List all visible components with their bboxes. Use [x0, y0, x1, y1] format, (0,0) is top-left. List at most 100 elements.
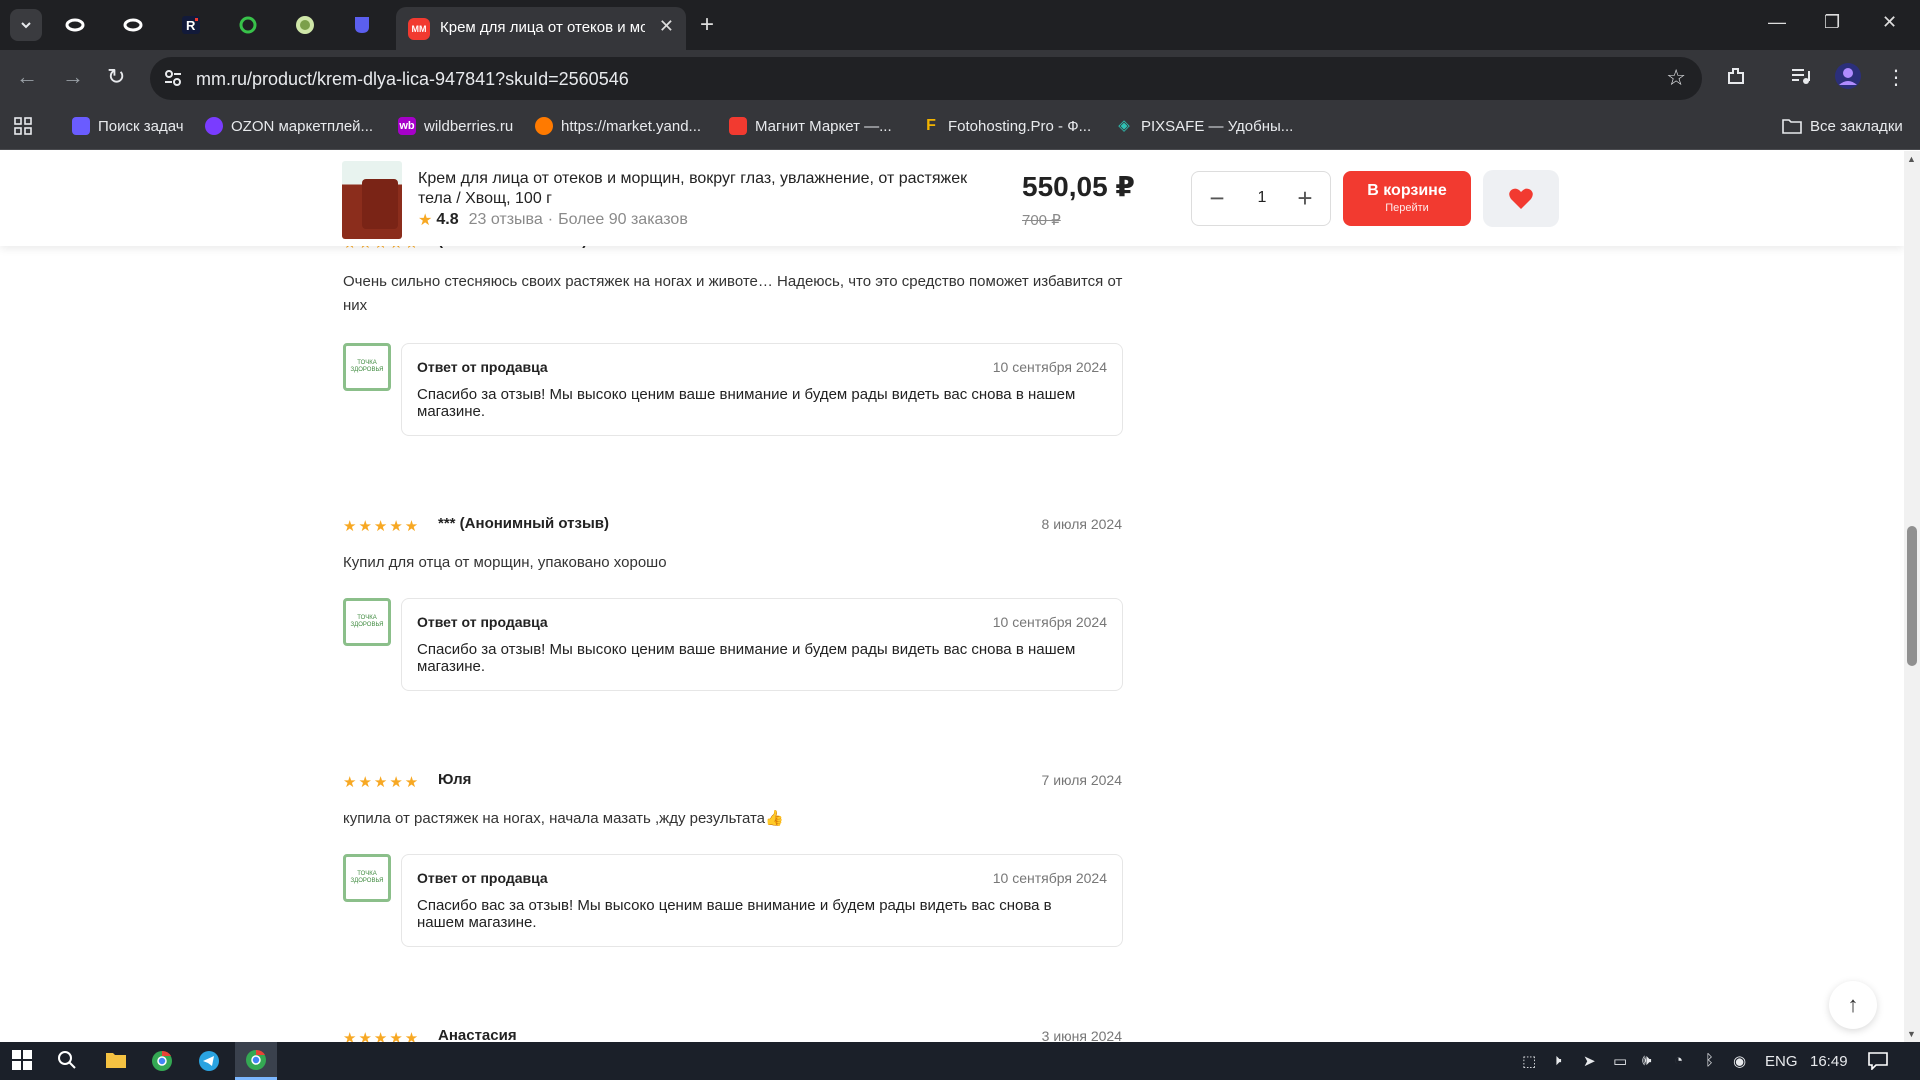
product-title: Крем для лица от отеков и морщин, вокруг… [418, 170, 968, 207]
close-window-icon[interactable]: ✕ [1882, 12, 1897, 33]
seller-logo: ТОЧКА ЗДОРОВЬЯ [343, 343, 391, 391]
seller-reply-box: Ответ от продавца 10 сентября 2024 Спаси… [401, 343, 1123, 436]
review-text: Очень сильно стесняюсь своих растяжек на… [343, 273, 1123, 314]
tab-bar: R ММ Крем для лица от отеков и морщин ✕ … [0, 0, 1920, 50]
telegram-tray-icon[interactable]: ➤ [1583, 1052, 1596, 1070]
quantity-value[interactable]: 1 [1247, 189, 1277, 207]
tab-favicon-2[interactable] [118, 10, 148, 40]
seller-reply-label: Ответ от продавца [417, 359, 548, 375]
forward-icon[interactable]: → [62, 64, 84, 90]
review-author: Анастасия [438, 1027, 517, 1042]
bookmark-item[interactable]: https://market.yand... [535, 117, 701, 135]
seller-reply: ТОЧКА ЗДОРОВЬЯ Ответ от продавца 10 сентя… [343, 598, 1123, 691]
review-text: Купил для отца от морщин, упаковано хоро… [343, 554, 667, 571]
seller-logo: ТОЧКА ЗДОРОВЬЯ [343, 598, 391, 646]
reload-icon[interactable]: ↻ [107, 64, 125, 90]
notifications-icon[interactable] [1868, 1052, 1888, 1074]
order-count: Более 90 заказов [558, 211, 688, 228]
bookmark-favicon-icon: F [926, 117, 936, 134]
seller-reply-label: Ответ от продавца [417, 870, 548, 886]
windows-taskbar: ⬚ 🕨 ➤ ▭ 🕪 ◔ ᛒ ◉ ENG 16:49 [0, 1042, 1920, 1080]
volume-icon[interactable]: 🕨 [1552, 1052, 1561, 1069]
tab-search-button[interactable] [10, 9, 42, 41]
bookmark-item[interactable]: ◈ PIXSAFE — Удобны... [1115, 117, 1293, 135]
quantity-stepper: − 1 + [1191, 171, 1331, 226]
bookmark-item[interactable]: F Fotohosting.Pro - Ф... [922, 117, 1091, 135]
bookmark-item[interactable]: Поиск задач [72, 117, 184, 135]
svg-text:R: R [186, 18, 196, 33]
bookmark-item[interactable]: Магнит Маркет —... [729, 117, 892, 135]
scrollbar-thumb[interactable] [1907, 526, 1917, 666]
bookmarks-bar: Поиск задач OZON маркетплей... wb wildber… [0, 107, 1920, 150]
input-language[interactable]: ENG [1765, 1053, 1798, 1070]
tab-favicon-5[interactable] [290, 10, 320, 40]
new-tab-button[interactable]: + [700, 10, 714, 40]
bookmark-item[interactable]: OZON маркетплей... [205, 117, 373, 135]
site-info-icon[interactable] [162, 67, 186, 91]
media-control-icon[interactable] [1790, 65, 1812, 93]
wifi-icon[interactable]: ◔ [1674, 1052, 1683, 1069]
review-count[interactable]: 23 отзыва [469, 211, 543, 229]
battery-icon[interactable]: ▭ [1613, 1052, 1627, 1070]
all-bookmarks-folder[interactable]: Все закладки [1782, 117, 1903, 135]
active-tab-title: Крем для лица от отеков и морщин [440, 19, 645, 36]
back-icon[interactable]: ← [16, 64, 38, 90]
active-tab[interactable]: ММ Крем для лица от отеков и морщин ✕ [396, 7, 686, 50]
minimize-icon[interactable]: — [1768, 12, 1786, 33]
tab-favicon-1[interactable] [60, 10, 90, 40]
telegram-icon[interactable] [198, 1050, 220, 1077]
seller-reply-box: Ответ от продавца 10 сентября 2024 Спаси… [401, 854, 1123, 947]
seller-reply-text: Спасибо за отзыв! Мы высоко ценим ваше в… [417, 641, 1076, 675]
search-icon[interactable] [57, 1050, 77, 1075]
favorite-button[interactable] [1483, 170, 1559, 227]
seller-reply-text: Спасибо вас за отзыв! Мы высоко ценим ва… [417, 897, 1052, 931]
tab-favicon-4[interactable] [233, 10, 263, 40]
profile-avatar[interactable] [1834, 62, 1862, 96]
product-rating: 4.8 [436, 211, 459, 228]
bookmark-item[interactable]: wb wildberries.ru [398, 117, 513, 135]
windows-start-icon[interactable] [12, 1050, 32, 1075]
seller-reply-date: 10 сентября 2024 [992, 614, 1107, 630]
browser-toolbar: ← → ↻ mm.ru/product/krem-dlya-lica-94784… [0, 50, 1920, 107]
chrome-active-taskbar-item[interactable] [235, 1042, 277, 1080]
review-date: 3 июня 2024 [1041, 1028, 1122, 1042]
bookmark-star-icon[interactable]: ☆ [1666, 65, 1686, 91]
bookmark-favicon-icon: ◈ [1118, 117, 1130, 134]
go-to-cart-button[interactable]: В корзине Перейти [1343, 171, 1471, 226]
close-tab-icon[interactable]: ✕ [659, 16, 674, 37]
apps-grid-icon[interactable] [14, 117, 32, 135]
scroll-down-arrow-icon[interactable]: ▼ [1907, 1029, 1916, 1039]
decrease-quantity-button[interactable]: − [1202, 183, 1232, 214]
speaker-icon[interactable]: 🕪 [1642, 1052, 1651, 1069]
page-scrollbar[interactable]: ▲ ▼ [1904, 151, 1920, 1042]
bookmark-favicon-icon [535, 117, 553, 135]
screenshot-tool-icon[interactable]: ⬚ [1522, 1052, 1536, 1070]
bookmark-favicon-icon [729, 117, 747, 135]
review-author: *** (Анонимный отзыв) [438, 515, 609, 532]
increase-quantity-button[interactable]: + [1290, 183, 1320, 214]
bookmark-favicon-icon [205, 117, 223, 135]
sticky-product-bar: Крем для лица от отеков и морщин, вокруг… [0, 151, 1904, 246]
address-bar[interactable]: mm.ru/product/krem-dlya-lica-947841?skuI… [150, 57, 1702, 100]
clock[interactable]: 16:49 [1810, 1053, 1848, 1070]
browser-menu-icon[interactable]: ⋮ [1886, 65, 1906, 90]
seller-reply: ТОЧКА ЗДОРОВЬЯ Ответ от продавца 10 сентя… [343, 343, 1123, 436]
bluetooth-icon[interactable]: ᛒ [1705, 1052, 1714, 1069]
extensions-icon[interactable] [1725, 65, 1747, 93]
tab-favicon-3[interactable]: R [176, 10, 206, 40]
chrome-tray-icon[interactable]: ◉ [1733, 1052, 1746, 1070]
scroll-to-top-button[interactable]: ↑ [1829, 981, 1877, 1029]
product-thumbnail[interactable] [342, 161, 402, 239]
rating-stars: ★★★★★ [343, 518, 421, 535]
review-date: 7 июля 2024 [1041, 772, 1122, 788]
seller-reply-text: Спасибо за отзыв! Мы высоко ценим ваше в… [417, 386, 1076, 420]
tab-favicon-6[interactable] [347, 10, 377, 40]
restore-icon[interactable]: ❐ [1824, 12, 1840, 33]
product-price: 550,05 ₽ [1022, 171, 1135, 202]
seller-reply-label: Ответ от продавца [417, 614, 548, 630]
file-explorer-icon[interactable] [105, 1050, 127, 1075]
chrome-icon[interactable] [151, 1050, 173, 1077]
scroll-up-arrow-icon[interactable]: ▲ [1907, 154, 1916, 164]
review-header: ★★★★★ *** (Анонимный отзыв) 8 июля 2024 [343, 515, 1122, 537]
bookmark-favicon-icon: wb [398, 117, 416, 135]
